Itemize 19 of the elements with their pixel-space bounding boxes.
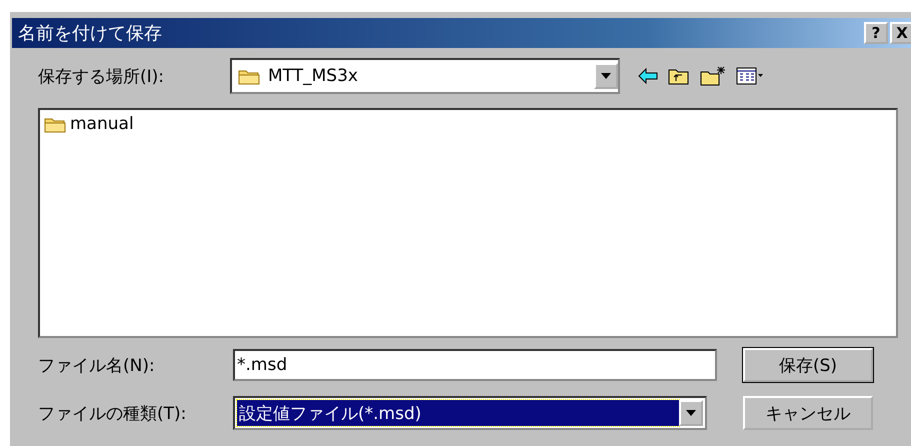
file-list-item[interactable]: manual <box>44 114 892 134</box>
help-button[interactable]: ? <box>864 22 888 44</box>
caret-icon <box>686 410 696 416</box>
caret-icon <box>601 73 611 79</box>
save-in-dropdown[interactable]: MTT_MS3x <box>230 58 620 94</box>
close-button[interactable]: X <box>890 22 911 44</box>
file-type-label: ファイルの種類(T): <box>38 402 188 424</box>
file-list[interactable]: manual <box>38 108 898 338</box>
file-name-label: ファイル名(N): <box>38 354 156 376</box>
folder-up-icon[interactable] <box>668 67 690 85</box>
save-button[interactable]: 保存(S) <box>743 348 873 382</box>
cancel-button[interactable]: キャンセル <box>743 396 873 430</box>
file-name-field[interactable]: *.msd <box>233 349 717 381</box>
window-title: 名前を付けて保存 <box>18 22 163 45</box>
view-menu-icon[interactable] <box>736 67 764 85</box>
back-arrow-icon[interactable] <box>638 68 658 84</box>
new-folder-icon[interactable] <box>700 66 726 86</box>
save-in-label: 保存する場所(I): <box>38 66 166 88</box>
file-type-dropdown[interactable]: 設定値ファイル(*.msd) <box>233 396 707 430</box>
